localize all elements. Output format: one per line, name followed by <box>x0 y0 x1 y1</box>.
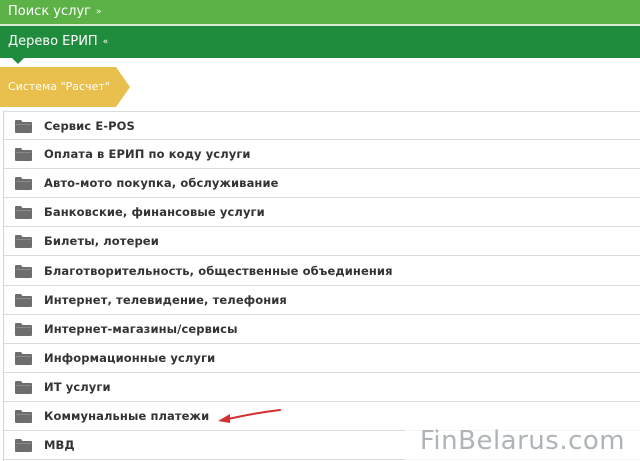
category-label: ИТ услуги <box>44 379 111 394</box>
category-item-it[interactable]: ИТ услуги <box>4 372 640 402</box>
folder-icon <box>15 409 32 423</box>
folder-icon <box>15 235 32 249</box>
folder-icon <box>15 380 32 394</box>
folder-icon <box>15 206 32 220</box>
category-item-pay-by-code[interactable]: Оплата в ЕРИП по коду услуги <box>4 140 640 170</box>
category-label: Интернет-магазины/сервисы <box>44 321 238 336</box>
breadcrumb-label: Система "Расчет" <box>8 80 110 93</box>
folder-icon <box>15 148 32 162</box>
category-label: Информационные услуги <box>44 350 216 365</box>
category-item-e-pos[interactable]: Сервис E-POS <box>4 111 640 141</box>
chevron-down-icon: » <box>95 7 102 17</box>
category-label: Сервис E-POS <box>44 118 135 133</box>
folder-icon <box>15 439 32 453</box>
category-item-information[interactable]: Информационные услуги <box>4 343 640 373</box>
category-label: Банковские, финансовые услуги <box>44 205 265 220</box>
category-item-tickets[interactable]: Билеты, лотереи <box>4 227 640 257</box>
red-arrow-icon <box>218 409 281 423</box>
category-item-charity[interactable]: Благотворительность, общественные объеди… <box>4 256 640 286</box>
search-services-label: Поиск услуг <box>8 4 91 19</box>
folder-icon <box>15 322 32 336</box>
search-services-toggle[interactable]: Поиск услуг » <box>0 0 640 24</box>
folder-icon <box>15 351 32 365</box>
tree-pointer-notch <box>12 58 24 64</box>
folder-icon <box>15 264 32 278</box>
erip-tree-label: Дерево ЕРИП <box>8 34 98 49</box>
erip-tree-toggle[interactable]: Дерево ЕРИП « <box>0 26 640 58</box>
chevron-up-icon: « <box>102 37 109 47</box>
category-item-internet-tv[interactable]: Интернет, телевидение, телефония <box>4 285 640 315</box>
folder-icon <box>15 119 32 133</box>
watermark: FinBelarus.com <box>405 421 640 461</box>
category-label: Авто-мото покупка, обслуживание <box>44 176 279 191</box>
category-label: МВД <box>44 438 75 453</box>
category-item-auto-moto[interactable]: Авто-мото покупка, обслуживание <box>4 169 640 199</box>
category-label: Интернет, телевидение, телефония <box>44 292 287 307</box>
category-label: Благотворительность, общественные объеди… <box>44 263 393 278</box>
breadcrumb-system-raschet[interactable]: Система "Расчет" <box>0 67 130 107</box>
category-label: Билеты, лотереи <box>44 234 159 249</box>
folder-icon <box>15 177 32 191</box>
category-list: Сервис E-POS Оплата в ЕРИП по коду услуг… <box>3 111 640 461</box>
category-item-online-shops[interactable]: Интернет-магазины/сервисы <box>4 314 640 344</box>
category-label: Оплата в ЕРИП по коду услуги <box>44 147 251 162</box>
category-label: Коммунальные платежи <box>44 408 210 423</box>
folder-icon <box>15 293 32 307</box>
category-item-banking[interactable]: Банковские, финансовые услуги <box>4 198 640 228</box>
